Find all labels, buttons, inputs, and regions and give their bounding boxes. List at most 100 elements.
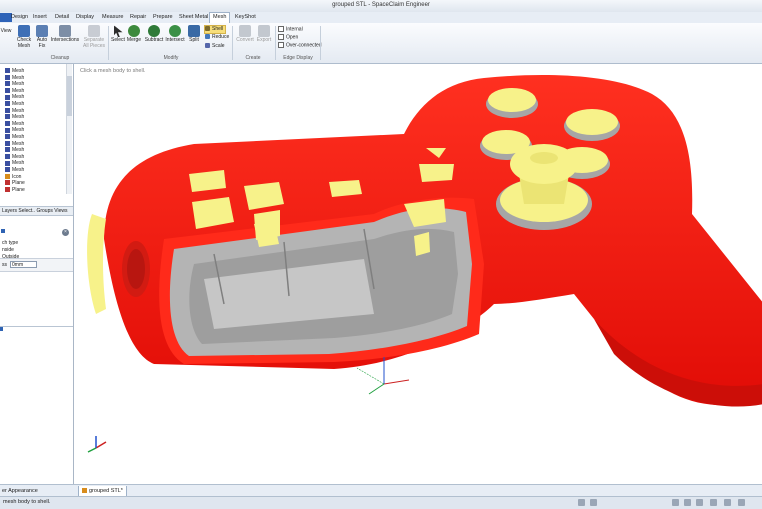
tree-item-label: Mesh (12, 114, 25, 121)
mesh-icon (5, 114, 10, 120)
group-create-label: Create (245, 55, 261, 61)
layer-icon[interactable] (724, 499, 731, 506)
tree-item-label: Mesh (12, 120, 25, 127)
auto-fix-button[interactable]: Auto Fix (35, 25, 49, 49)
display-icon[interactable] (710, 499, 717, 506)
mesh-icon (5, 74, 10, 80)
reduce-label: Reduce (212, 34, 230, 40)
tree-item-label: Mesh (12, 127, 25, 134)
tab-prepare[interactable]: Prepare (150, 13, 176, 22)
panel-marker-icon (0, 327, 3, 331)
intersections-icon (59, 25, 71, 37)
convert-icon (239, 25, 251, 37)
group-separator (320, 26, 321, 60)
tab-display[interactable]: Display (73, 13, 97, 22)
select-button[interactable]: Select (110, 25, 126, 44)
export-icon (258, 25, 270, 37)
open-label: Open (286, 34, 299, 41)
group-modify-label: Modify (163, 55, 179, 61)
tab-sheet-metal[interactable]: Sheet Metal (176, 13, 211, 22)
tab-insert[interactable]: Insert (30, 13, 50, 22)
split-button[interactable]: Split (186, 25, 202, 44)
subtract-button[interactable]: Subtract (143, 25, 165, 44)
tree-item-label: Mesh (12, 140, 25, 147)
group-cleanup-label: Cleanup (50, 55, 70, 61)
tree-item-label: Mesh (12, 134, 25, 140)
intersections-label: Intersections (50, 37, 80, 43)
document-icon (82, 488, 87, 494)
tree-item-label: Mesh (12, 160, 25, 167)
view-button[interactable]: View (0, 28, 12, 35)
tree-scrollbar[interactable] (66, 64, 72, 194)
group-separator (232, 26, 233, 60)
grille-inner (127, 249, 145, 289)
separate-all-pieces-button[interactable]: Separate All Pieces (82, 25, 106, 49)
subtract-label: Subtract (144, 37, 164, 43)
settings-icon[interactable] (738, 499, 745, 506)
mesh-icon (5, 147, 10, 153)
tree-item-label: Mesh (12, 74, 25, 81)
select-mode-icon[interactable] (672, 499, 679, 506)
close-icon[interactable]: × (62, 229, 69, 236)
convert-button[interactable]: Convert (235, 25, 255, 44)
intersections-button[interactable]: Intersections (50, 25, 80, 44)
internal-label: Internal (286, 26, 303, 33)
tree-item-label: Mesh (12, 81, 25, 88)
snap-icon[interactable] (578, 499, 585, 506)
view-label: View (0, 28, 12, 34)
export-label: Export (256, 37, 272, 43)
tree-item-label: Mesh (12, 94, 25, 101)
controller-model[interactable] (74, 64, 762, 484)
intersect-button[interactable]: Intersect (165, 25, 185, 44)
mesh-icon (5, 107, 10, 113)
tab-mesh[interactable]: Mesh (209, 12, 231, 23)
face-button-top (488, 88, 536, 112)
scale-button[interactable]: Scale (205, 43, 225, 50)
tab-detail[interactable]: Detail (52, 13, 72, 22)
panel-subtabs[interactable]: Layers Select.. Groups Views (0, 206, 73, 216)
scroll-thumb[interactable] (67, 76, 72, 116)
filter-icon[interactable] (684, 499, 691, 506)
intersect-label: Intersect (165, 37, 185, 43)
shell-icon (205, 26, 210, 32)
checkbox-icon (278, 42, 284, 48)
internal-checkbox[interactable]: Internal (278, 26, 303, 33)
select-button-3d (329, 180, 362, 197)
check-mesh-icon (18, 25, 30, 37)
tree-item[interactable]: Plane (0, 187, 25, 194)
tab-design[interactable]: Design (8, 13, 31, 22)
document-tab-label: grouped STL* (89, 488, 123, 494)
convert-label: Convert (236, 37, 254, 43)
check-mesh-button[interactable]: Check Mesh (14, 25, 34, 49)
mesh-icon (5, 94, 10, 100)
mesh-icon (5, 153, 10, 159)
mesh-icon (5, 160, 10, 166)
thickness-input[interactable]: 0mm (10, 261, 37, 268)
view-icon[interactable] (696, 499, 703, 506)
cursor-arrow-icon (113, 25, 123, 37)
grid-icon[interactable] (590, 499, 597, 506)
3d-viewport[interactable] (74, 64, 762, 484)
tab-repair[interactable]: Repair (127, 13, 149, 22)
scale-icon (205, 43, 210, 49)
open-checkbox[interactable]: Open (278, 34, 298, 41)
reduce-button[interactable]: Reduce (205, 34, 229, 41)
over-connected-checkbox[interactable]: Over-connected (278, 42, 322, 49)
tab-measure[interactable]: Measure (99, 13, 126, 22)
reduce-icon (205, 34, 210, 40)
inside-option[interactable]: nside (2, 247, 14, 253)
tree-item-label: Mesh (12, 107, 25, 114)
export-button[interactable]: Export (255, 25, 273, 44)
shell-button[interactable]: Shell (204, 25, 227, 34)
subtabs-label: Layers Select.. Groups Views (2, 208, 68, 214)
mesh-icon (5, 101, 10, 107)
options-icon (1, 229, 5, 233)
plane-icon (5, 180, 10, 186)
corner-triad (87, 436, 107, 453)
merge-button[interactable]: Merge (126, 25, 142, 44)
component-icon (5, 173, 10, 179)
group-edge-display-label: Edge Display (283, 55, 313, 61)
appearance-tab[interactable]: er Appearance (2, 486, 38, 496)
merge-label: Merge (126, 37, 142, 43)
tab-keyshot[interactable]: KeyShot (232, 13, 259, 22)
